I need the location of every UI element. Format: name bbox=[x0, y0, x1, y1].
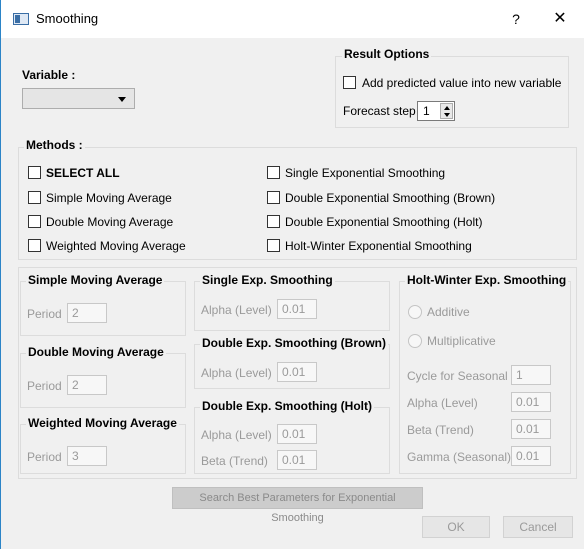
hw-title: Holt-Winter Exp. Smoothing bbox=[405, 273, 569, 287]
variable-select[interactable] bbox=[22, 88, 135, 109]
help-button[interactable]: ? bbox=[506, 9, 526, 29]
add-predicted-checkbox[interactable] bbox=[343, 76, 356, 89]
hw-gamma-label: Gamma (Seasonal) bbox=[407, 450, 512, 464]
forecast-step-spinbox[interactable]: 1 bbox=[417, 101, 455, 121]
result-options-title: Result Options bbox=[342, 47, 432, 61]
search-best-parameters-button[interactable]: Search Best Parameters for Exponential S… bbox=[172, 487, 423, 524]
holt-title: Double Exp. Smoothing (Holt) bbox=[200, 399, 374, 413]
variable-label: Variable : bbox=[22, 68, 76, 82]
brown-alpha-field[interactable]: 0.01 bbox=[277, 362, 317, 382]
spin-buttons[interactable] bbox=[440, 103, 453, 119]
holt-alpha-label: Alpha (Level) bbox=[201, 428, 272, 442]
holt-method-label: Double Exponential Smoothing (Holt) bbox=[285, 215, 483, 229]
close-button[interactable]: ✕ bbox=[550, 9, 570, 29]
sma-title: Simple Moving Average bbox=[26, 273, 165, 287]
window-title: Smoothing bbox=[36, 11, 99, 26]
hw-alpha-field[interactable]: 0.01 bbox=[511, 392, 551, 412]
holt-method-checkbox[interactable] bbox=[267, 215, 280, 228]
dma-method-checkbox[interactable] bbox=[28, 215, 41, 228]
smoothing-dialog: Smoothing ? ✕ Variable : Result Options … bbox=[0, 0, 584, 549]
sma-method-checkbox[interactable] bbox=[28, 191, 41, 204]
hw-alpha-label: Alpha (Level) bbox=[407, 396, 478, 410]
wma-method-label: Weighted Moving Average bbox=[46, 239, 186, 253]
hw-method-checkbox[interactable] bbox=[267, 239, 280, 252]
holt-beta-field[interactable]: 0.01 bbox=[277, 450, 317, 470]
additive-radio[interactable] bbox=[408, 305, 422, 319]
ses-alpha-field[interactable]: 0.01 bbox=[277, 299, 317, 319]
dma-period-label: Period bbox=[27, 379, 62, 393]
forecast-step-value: 1 bbox=[423, 104, 430, 118]
sma-method-label: Simple Moving Average bbox=[46, 191, 172, 205]
methods-title: Methods : bbox=[24, 138, 85, 152]
brown-title: Double Exp. Smoothing (Brown) bbox=[200, 336, 388, 350]
spin-down-icon[interactable] bbox=[444, 113, 450, 117]
multiplicative-radio[interactable] bbox=[408, 334, 422, 348]
spin-up-icon[interactable] bbox=[444, 106, 450, 110]
wma-method-checkbox[interactable] bbox=[28, 239, 41, 252]
hw-method-label: Holt-Winter Exponential Smoothing bbox=[285, 239, 472, 253]
app-window-icon bbox=[13, 13, 29, 25]
add-predicted-label: Add predicted value into new variable bbox=[362, 76, 562, 90]
ses-alpha-label: Alpha (Level) bbox=[201, 303, 272, 317]
title-bar: Smoothing ? ✕ bbox=[1, 0, 584, 38]
sma-period-field[interactable]: 2 bbox=[67, 303, 107, 323]
holt-alpha-field[interactable]: 0.01 bbox=[277, 424, 317, 444]
dma-title: Double Moving Average bbox=[26, 345, 166, 359]
wma-period-label: Period bbox=[27, 450, 62, 464]
ok-button[interactable]: OK bbox=[422, 516, 490, 538]
multiplicative-label: Multiplicative bbox=[427, 334, 496, 348]
dma-method-label: Double Moving Average bbox=[46, 215, 174, 229]
wma-title: Weighted Moving Average bbox=[26, 416, 179, 430]
wma-period-field[interactable]: 3 bbox=[67, 446, 107, 466]
cycle-field[interactable]: 1 bbox=[511, 365, 551, 385]
ses-title: Single Exp. Smoothing bbox=[200, 273, 335, 287]
ses-method-label: Single Exponential Smoothing bbox=[285, 166, 446, 180]
cycle-label: Cycle for Seasonal bbox=[407, 369, 508, 383]
select-all-label: SELECT ALL bbox=[46, 166, 120, 180]
sma-period-label: Period bbox=[27, 307, 62, 321]
hw-beta-label: Beta (Trend) bbox=[407, 423, 474, 437]
hw-beta-field[interactable]: 0.01 bbox=[511, 419, 551, 439]
forecast-step-label: Forecast step bbox=[343, 104, 416, 118]
cancel-button[interactable]: Cancel bbox=[503, 516, 573, 538]
select-all-checkbox[interactable] bbox=[28, 166, 41, 179]
chevron-down-icon bbox=[118, 97, 126, 102]
ses-method-checkbox[interactable] bbox=[267, 166, 280, 179]
dma-period-field[interactable]: 2 bbox=[67, 375, 107, 395]
brown-method-checkbox[interactable] bbox=[267, 191, 280, 204]
additive-label: Additive bbox=[427, 305, 470, 319]
hw-gamma-field[interactable]: 0.01 bbox=[511, 446, 551, 466]
brown-alpha-label: Alpha (Level) bbox=[201, 366, 272, 380]
brown-method-label: Double Exponential Smoothing (Brown) bbox=[285, 191, 496, 205]
holt-beta-label: Beta (Trend) bbox=[201, 454, 268, 468]
